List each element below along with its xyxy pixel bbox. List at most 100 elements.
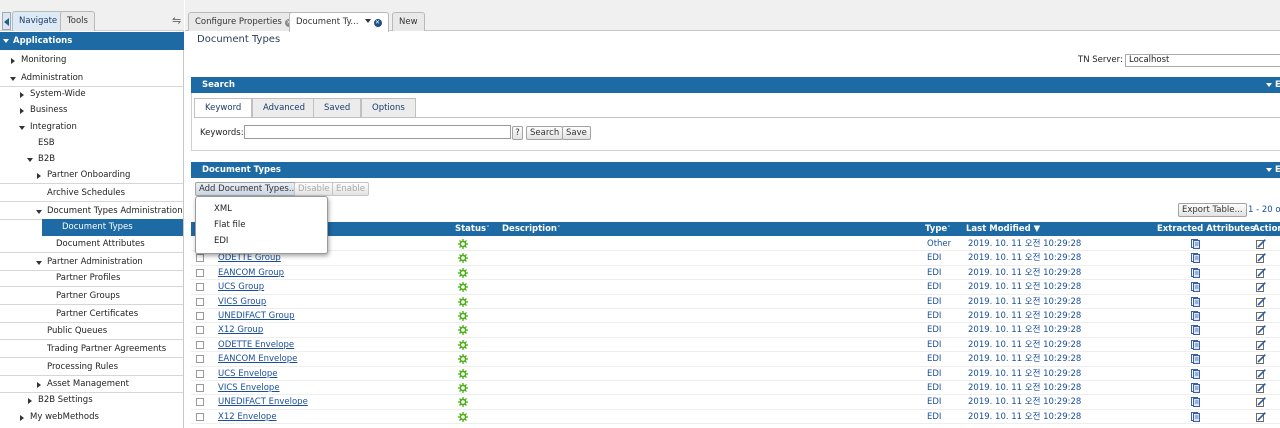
extracted-attributes-icon[interactable] [1191, 383, 1200, 393]
tree-item[interactable]: Partner Administration [0, 254, 183, 271]
tree-item[interactable]: Document Attributes [0, 236, 183, 253]
document-type-name-link[interactable]: UNEDIFACT Group [218, 309, 294, 323]
chevron-down-icon[interactable] [364, 19, 371, 23]
extracted-attributes-icon[interactable] [1191, 411, 1200, 422]
table-row[interactable]: UNEDIFACT Group EDI 2019. 10. 11 오전 10:29:… [191, 309, 1280, 324]
document-type-name-link[interactable]: EANCOM Envelope [218, 352, 297, 366]
document-type-name-link[interactable]: UCS Group [218, 280, 264, 294]
table-row[interactable]: ODETTE Group EDI 2019. 10. 11 오전 10:29:28 [191, 251, 1280, 266]
table-row[interactable]: VICS Envelope EDI 2019. 10. 11 오전 10:29:28 [191, 381, 1280, 396]
export-table-button[interactable]: Export Table... [1178, 203, 1247, 217]
tree-item[interactable]: Partner Certificates [0, 306, 183, 323]
tree-item[interactable]: Asset Management [0, 376, 183, 393]
edit-icon[interactable] [1256, 397, 1266, 408]
search-tab-keyword[interactable]: Keyword [194, 98, 253, 118]
row-checkbox[interactable] [196, 412, 204, 421]
keywords-input[interactable] [244, 125, 511, 139]
row-checkbox[interactable] [196, 340, 204, 349]
chevron-right-icon[interactable] [28, 398, 32, 404]
extracted-attributes-icon[interactable] [1191, 267, 1200, 278]
tree-item[interactable]: Business [0, 102, 183, 119]
edit-icon[interactable] [1256, 325, 1266, 336]
extracted-attributes-icon[interactable] [1191, 282, 1200, 293]
tree-item[interactable]: ESB [0, 135, 183, 152]
extracted-attributes-icon[interactable] [1191, 253, 1200, 264]
search-section-header[interactable]: Search E [191, 77, 1280, 93]
menu-item-flat-file[interactable]: Flat file [214, 217, 245, 233]
chevron-right-icon[interactable] [20, 108, 24, 114]
tree-item[interactable]: Archive Schedules [0, 185, 183, 202]
edit-icon[interactable] [1256, 296, 1266, 307]
close-icon[interactable]: ✕ [373, 19, 382, 27]
table-row[interactable]: EANCOM Group EDI 2019. 10. 11 오전 10:29:28 [191, 266, 1280, 281]
save-button[interactable]: Save [562, 126, 591, 140]
menu-item-xml[interactable]: XML [214, 201, 232, 217]
tree-item[interactable]: Public Queues [0, 323, 183, 340]
search-tab-advanced[interactable]: Advanced [252, 98, 316, 117]
table-row[interactable]: UCS Group EDI 2019. 10. 11 오전 10:29:28 [191, 280, 1280, 295]
table-row[interactable]: VICS Group EDI 2019. 10. 11 오전 10:29:28 [191, 295, 1280, 309]
enable-button[interactable]: Enable [332, 182, 369, 196]
tree-item[interactable]: Partner Profiles [0, 270, 183, 287]
chevron-right-icon[interactable] [20, 415, 24, 421]
chevron-right-icon[interactable] [37, 173, 41, 179]
tree-item[interactable]: Document Types Administration [0, 203, 183, 220]
document-type-name-link[interactable]: X12 Group [218, 323, 263, 337]
edit-icon[interactable] [1256, 339, 1266, 350]
chevron-down-icon[interactable] [10, 77, 16, 81]
tab-new[interactable]: New [392, 12, 425, 31]
edit-icon[interactable] [1256, 282, 1266, 293]
document-type-name-link[interactable]: VICS Group [218, 295, 266, 309]
tree-item[interactable]: Integration [0, 119, 183, 136]
tree-item[interactable]: Monitoring [0, 52, 183, 69]
edit-icon[interactable] [1256, 253, 1266, 264]
table-row[interactable]: Other 2019. 10. 11 오전 10:29:28 [191, 237, 1280, 252]
edit-icon[interactable] [1256, 411, 1266, 422]
table-row[interactable]: ODETTE Envelope EDI 2019. 10. 11 오전 10:29:… [191, 338, 1280, 353]
doc-types-section-header[interactable]: Document Types E [191, 162, 1280, 178]
extracted-attributes-icon[interactable] [1191, 239, 1200, 249]
tree-item[interactable]: Processing Rules [0, 359, 183, 376]
tree-item[interactable]: System-Wide [0, 86, 183, 103]
column-last-modified[interactable]: Last Modified ▼ [966, 222, 1040, 236]
row-checkbox[interactable] [196, 283, 204, 292]
row-checkbox[interactable] [196, 384, 204, 392]
chevron-down-icon[interactable] [1266, 83, 1272, 87]
link-sync-icon[interactable]: ⇋ [172, 15, 182, 27]
search-button[interactable]: Search [526, 126, 564, 140]
disable-button[interactable]: Disable [294, 182, 334, 196]
extracted-attributes-icon[interactable] [1191, 368, 1200, 379]
chevron-down-icon[interactable] [36, 210, 42, 214]
collapse-panel-icon[interactable] [2, 12, 11, 30]
chevron-right-icon[interactable] [11, 58, 15, 64]
extracted-attributes-icon[interactable] [1191, 296, 1200, 307]
document-type-name-link[interactable]: VICS Envelope [218, 381, 280, 395]
table-row[interactable]: UCS Envelope EDI 2019. 10. 11 오전 10:29:28 [191, 367, 1280, 381]
chevron-down-icon[interactable] [36, 261, 42, 265]
search-tab-saved[interactable]: Saved [313, 98, 362, 117]
row-checkbox[interactable] [196, 312, 204, 320]
edit-icon[interactable] [1256, 354, 1266, 365]
extracted-attributes-icon[interactable] [1191, 354, 1200, 365]
row-checkbox[interactable] [196, 326, 204, 335]
edit-icon[interactable] [1256, 267, 1266, 278]
document-type-name-link[interactable]: UCS Envelope [218, 367, 277, 381]
tree-item[interactable]: My webMethods [0, 409, 183, 426]
edit-icon[interactable] [1256, 383, 1266, 393]
row-checkbox[interactable] [196, 268, 204, 277]
column-type[interactable]: Type˅ [925, 222, 951, 236]
document-type-name-link[interactable]: X12 Envelope [218, 410, 277, 424]
tab-tools[interactable]: Tools [60, 11, 95, 31]
column-description[interactable]: Description˅ [502, 222, 560, 236]
table-row[interactable]: UNEDIFACT Envelope EDI 2019. 10. 11 오전 10:… [191, 395, 1280, 410]
tree-item[interactable]: Partner Onboarding [0, 167, 183, 184]
table-row[interactable]: EANCOM Envelope EDI 2019. 10. 11 오전 10:29:… [191, 352, 1280, 367]
column-extracted-attributes[interactable]: Extracted Attributes [1157, 222, 1255, 236]
row-checkbox[interactable] [196, 398, 204, 407]
search-tab-options[interactable]: Options [361, 98, 416, 117]
table-row[interactable]: X12 Group EDI 2019. 10. 11 오전 10:29:28 [191, 323, 1280, 338]
document-type-name-link[interactable]: ODETTE Envelope [218, 338, 294, 352]
chevron-down-icon[interactable] [19, 126, 25, 130]
row-checkbox[interactable] [196, 254, 204, 263]
edit-icon[interactable] [1256, 311, 1266, 321]
